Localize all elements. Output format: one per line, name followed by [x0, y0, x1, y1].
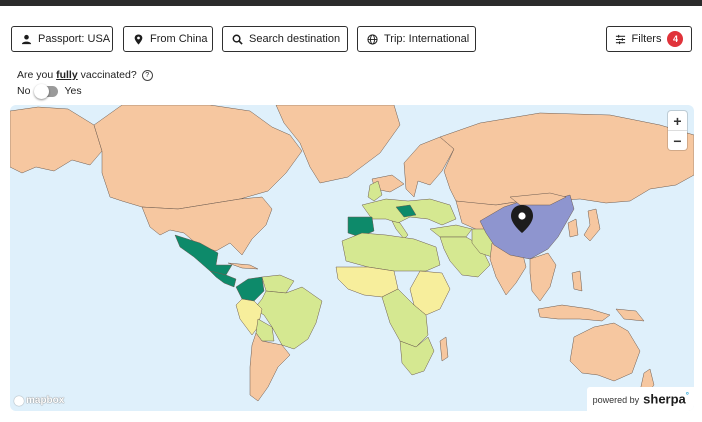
- destination-search-label: Search destination: [249, 33, 341, 45]
- origin-filter-button[interactable]: From China: [123, 26, 213, 52]
- filters-label: Filters: [631, 33, 662, 45]
- venezuela-region[interactable]: [261, 274, 295, 294]
- toggle-knob: [34, 83, 50, 99]
- filters-count-badge: 4: [667, 31, 684, 47]
- destination-search-button[interactable]: Search destination: [222, 26, 348, 52]
- world-map[interactable]: + − mapbox powered by sherpa°: [10, 105, 694, 411]
- sliders-icon: [615, 34, 625, 44]
- indonesia-region[interactable]: [537, 304, 611, 322]
- question-prefix: Are you: [17, 69, 57, 81]
- trip-type-label: Trip: International: [384, 33, 470, 45]
- person-icon: [21, 34, 32, 44]
- passport-filter-button[interactable]: Passport: USA: [11, 26, 113, 52]
- philippines-region[interactable]: [571, 270, 583, 292]
- world-map-canvas[interactable]: [10, 105, 694, 411]
- canada-region[interactable]: [93, 105, 303, 210]
- zoom-in-button[interactable]: +: [668, 111, 687, 131]
- powered-by-sherpa[interactable]: powered by sherpa°: [586, 386, 694, 411]
- alaska-region[interactable]: [10, 106, 103, 174]
- turkey-region[interactable]: [429, 224, 473, 238]
- question-emphasis: fully: [56, 69, 78, 81]
- madagascar-region[interactable]: [439, 336, 449, 362]
- sherpa-brand-text: sherpa: [643, 391, 686, 406]
- toggle-no-label: No: [17, 85, 31, 97]
- globe-icon: [367, 33, 378, 45]
- mapbox-attribution[interactable]: mapbox: [14, 395, 64, 406]
- zoom-controls: + −: [668, 111, 687, 150]
- toggle-yes-label: Yes: [64, 85, 82, 97]
- new-guinea-region[interactable]: [615, 308, 645, 322]
- north-africa-region[interactable]: [341, 232, 441, 272]
- help-icon[interactable]: ?: [141, 69, 153, 81]
- sherpa-brand-mark: °: [685, 390, 689, 400]
- powered-by-label: powered by: [592, 395, 640, 405]
- question-suffix: vaccinated?: [77, 69, 137, 81]
- southeast-asia-region[interactable]: [529, 252, 557, 302]
- colombia-region[interactable]: [235, 276, 265, 302]
- top-bar: [0, 0, 702, 6]
- australia-region[interactable]: [569, 322, 641, 382]
- filters-button[interactable]: Filters 4: [606, 26, 692, 52]
- sherpa-brand: sherpa°: [643, 391, 689, 406]
- mapbox-logo-icon: [14, 395, 24, 406]
- russia-region[interactable]: [439, 112, 694, 206]
- korea-region[interactable]: [567, 218, 579, 238]
- mapbox-label: mapbox: [26, 395, 65, 406]
- trip-type-button[interactable]: Trip: International: [357, 26, 476, 52]
- location-pin-icon: [134, 33, 143, 45]
- cuba-region[interactable]: [227, 262, 259, 270]
- search-icon: [232, 34, 243, 45]
- vaccination-toggle-row: No Yes: [17, 83, 82, 99]
- origin-filter-label: From China: [150, 33, 208, 45]
- vaccination-question: Are you fully vaccinated? ?: [17, 69, 153, 81]
- passport-filter-label: Passport: USA: [38, 33, 111, 45]
- west-africa-region[interactable]: [335, 266, 399, 298]
- zoom-out-button[interactable]: −: [668, 131, 687, 150]
- vaccination-toggle[interactable]: [34, 83, 59, 99]
- japan-region[interactable]: [583, 208, 601, 242]
